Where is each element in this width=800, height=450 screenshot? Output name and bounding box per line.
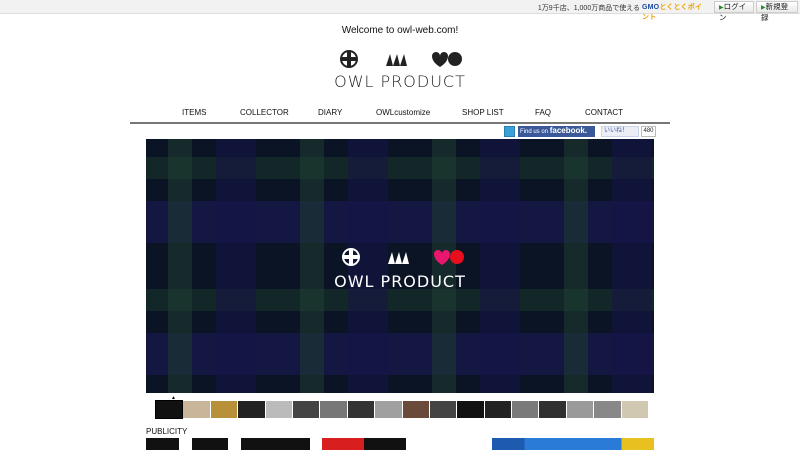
login-label: ログイン (719, 2, 747, 22)
thumbnail-active[interactable] (154, 400, 184, 419)
thumbnail[interactable] (265, 401, 292, 418)
owl-crest-icon (340, 50, 358, 68)
publicity-item[interactable] (146, 438, 310, 450)
facebook-brand-text: facebook. (549, 126, 588, 135)
thumbnail[interactable] (512, 401, 539, 418)
nav-item-diary[interactable]: DIARY (318, 108, 342, 117)
thumbnail[interactable] (566, 401, 594, 418)
thumbnail[interactable] (429, 401, 457, 418)
hero-logo-text: OWL PRODUCT (334, 272, 466, 291)
like-count: 480 (641, 126, 656, 137)
thumbnail[interactable] (183, 401, 210, 418)
thumbnail[interactable] (347, 401, 375, 418)
thumbnail[interactable] (484, 401, 512, 418)
thumbnail[interactable] (375, 401, 402, 418)
facebook-badge[interactable]: Find us on facebook. (518, 126, 595, 137)
nav-item-shop-list[interactable]: SHOP LIST (462, 108, 504, 117)
publicity-heading: PUBLICITY (146, 427, 188, 436)
nav-item-owlcustomize[interactable]: OWLcustomize (376, 108, 430, 117)
facebook-like-button[interactable]: いいね！ (601, 126, 639, 137)
twitter-icon[interactable] (504, 126, 515, 137)
nav-item-collector[interactable]: COLLECTOR (240, 108, 289, 117)
top-promo-bar: 1万9千店、1,000万商品で使える GMOとくとくポイント ▶ログイン ▶新規… (0, 0, 800, 22)
thumbnail[interactable] (594, 401, 621, 418)
owl-trio-icon (388, 252, 409, 264)
publicity-item[interactable] (322, 438, 406, 450)
welcome-text: Welcome to owl-web.com! (341, 25, 459, 36)
promo-text: 1万9千店、1,000万商品で使える (537, 5, 640, 12)
site-logo-text[interactable]: OWL PRODUCT (300, 72, 500, 91)
main-nav: ITEMS COLLECTOR DIARY OWLcustomize SHOP … (130, 106, 670, 124)
thumbnail-strip (154, 400, 649, 419)
heart-icon (432, 52, 448, 67)
signup-label: 新規登録 (761, 2, 789, 22)
publicity-item[interactable] (492, 438, 654, 450)
heart-icon (434, 250, 450, 265)
thumbnail[interactable] (320, 401, 347, 418)
nav-item-contact[interactable]: CONTACT (585, 108, 623, 117)
hero-banner[interactable]: OWL PRODUCT (146, 139, 654, 393)
hero-logo-icons (342, 248, 464, 266)
like-label: いいね！ (604, 128, 629, 134)
login-button[interactable]: ▶ログイン (714, 1, 754, 22)
owl-crest-icon (342, 248, 360, 266)
gmo-point-logo[interactable]: GMOとくとくポイント (642, 2, 708, 21)
signup-button[interactable]: ▶新規登録 (756, 1, 798, 22)
thumbnail[interactable] (402, 401, 429, 418)
thumbnail[interactable] (292, 401, 320, 418)
gmo-logo-text: GMO (642, 4, 660, 11)
circle-icon (450, 250, 464, 264)
thumbnail[interactable] (539, 401, 566, 418)
thumbnail[interactable] (621, 401, 649, 418)
facebook-small-text: Find us on (520, 129, 549, 135)
thumbnail[interactable] (210, 401, 238, 418)
thumbnail[interactable] (457, 401, 484, 418)
nav-item-faq[interactable]: FAQ (535, 108, 551, 117)
circle-icon (448, 52, 462, 66)
owl-trio-icon (386, 54, 407, 66)
owl-product-logo-icons[interactable] (338, 48, 462, 70)
thumbnail[interactable] (238, 401, 265, 418)
nav-item-items[interactable]: ITEMS (182, 108, 206, 117)
